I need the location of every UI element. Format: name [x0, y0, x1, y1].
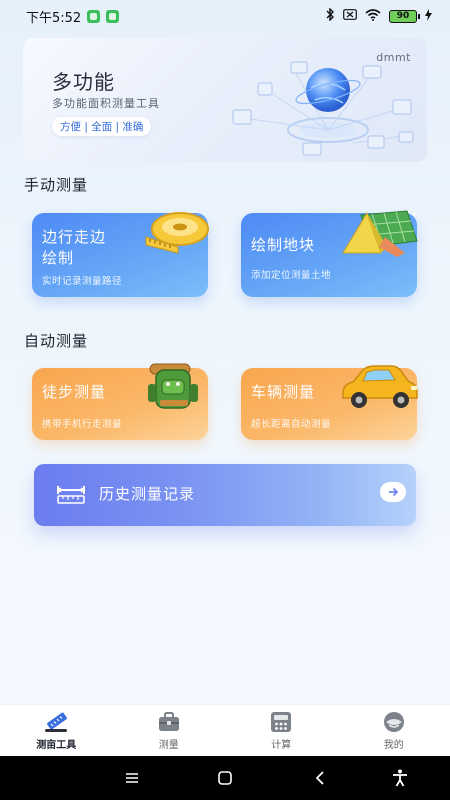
hiking-measure-title: 徒步测量 — [42, 383, 107, 401]
notification-app-icon — [87, 9, 101, 23]
vehicle-measure-card[interactable]: 车辆测量 超长距离自动测量 — [241, 365, 418, 440]
sim-blocked-icon — [343, 9, 357, 23]
system-navigation-bar — [0, 756, 450, 800]
hiking-measure-card[interactable]: 徒步测量 携带手机行走测量 — [32, 363, 208, 440]
draw-plot-title: 绘制地块 — [251, 236, 316, 254]
walk-draw-desc: 实时记录测量路径 — [42, 276, 123, 287]
arrow-right-icon[interactable] — [380, 482, 406, 502]
nav-label-calculate: 计算 — [271, 740, 292, 751]
walk-draw-title-line1: 边行走边 — [42, 228, 107, 246]
hiking-measure-desc: 携带手机行走测量 — [42, 419, 123, 430]
menu-icon[interactable] — [122, 768, 142, 788]
history-records-button[interactable]: 历史测量记录 — [34, 464, 416, 526]
accessibility-icon[interactable] — [390, 768, 410, 788]
banner-brand: dmmt — [376, 51, 411, 64]
draw-plot-desc: 添加定位测量土地 — [251, 270, 332, 281]
network-globe-illustration — [232, 61, 414, 156]
vehicle-measure-desc: 超长距离自动测量 — [251, 419, 332, 430]
section-title-auto: 自动测量 — [24, 332, 89, 350]
battery-icon: 90 — [389, 9, 420, 23]
bottom-navigation: 测亩工具 测量 计算 我的 — [0, 704, 450, 756]
wifi-icon — [365, 8, 381, 24]
ruler-measure-icon — [56, 486, 86, 504]
backpack-icon — [148, 363, 198, 409]
toolbox-icon — [158, 712, 179, 731]
back-icon[interactable] — [310, 768, 330, 788]
draw-plot-card[interactable]: 绘制地块 添加定位测量土地 ✦ — [241, 210, 418, 297]
ruler-icon — [45, 712, 68, 732]
nav-tab-tools[interactable]: 测亩工具 — [0, 705, 113, 756]
nav-tab-profile[interactable]: 我的 — [338, 705, 450, 756]
status-time: 下午5:52 — [26, 10, 82, 26]
car-icon — [342, 365, 418, 408]
tape-measure-icon — [145, 212, 209, 254]
nav-label-tools: 测亩工具 — [36, 740, 77, 751]
history-records-label: 历史测量记录 — [99, 485, 196, 503]
svg-text:✦: ✦ — [411, 210, 418, 219]
status-bar: 下午5:52 90 — [0, 0, 450, 32]
section-title-manual: 手动测量 — [24, 176, 89, 194]
nav-label-profile: 我的 — [383, 740, 404, 751]
walk-draw-title-line2: 绘制 — [42, 249, 75, 267]
walk-draw-card[interactable]: 边行走边 绘制 实时记录测量路径 — [32, 212, 209, 297]
notification-app-icon — [106, 9, 120, 23]
calculator-icon — [271, 712, 292, 732]
vehicle-measure-title: 车辆测量 — [251, 383, 316, 401]
land-plot-icon: ✦ — [342, 210, 418, 257]
banner-subtitle: 多功能面积测量工具 — [52, 97, 160, 110]
charging-icon — [425, 8, 432, 24]
home-icon[interactable] — [215, 768, 235, 788]
promo-banner[interactable]: 多功能 多功能面积测量工具 方便 | 全面 | 准确 dmmt — [23, 38, 427, 162]
banner-title: 多功能 — [52, 70, 115, 94]
nav-tab-calculate[interactable]: 计算 — [225, 705, 338, 756]
profile-icon — [383, 712, 404, 732]
nav-tab-measure[interactable]: 测量 — [113, 705, 226, 756]
nav-label-measure: 测量 — [158, 740, 179, 751]
banner-tags: 方便 | 全面 | 准确 — [52, 117, 152, 136]
bluetooth-icon — [325, 7, 335, 24]
